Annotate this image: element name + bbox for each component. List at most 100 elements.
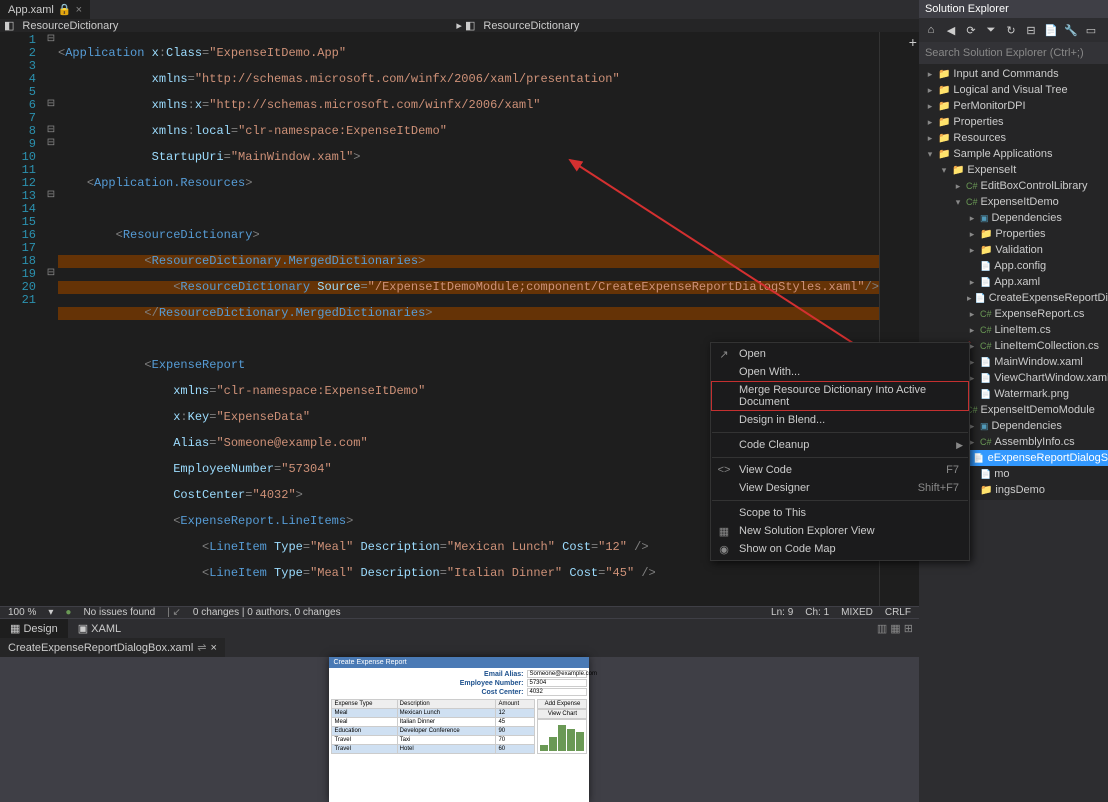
tree-item[interactable]: ▸📄CreateExpenseReportDialogBox.xaml <box>919 290 1108 306</box>
add-expense-button[interactable]: Add Expense <box>537 699 587 709</box>
file-icon: 📄 <box>975 293 986 304</box>
menu-item[interactable]: Code Cleanup▶ <box>711 436 969 454</box>
expander-icon[interactable]: ▸ <box>967 229 977 240</box>
tree-item[interactable]: ▸📄App.xaml <box>919 274 1108 290</box>
tree-item[interactable]: ▸📁Resources <box>919 130 1108 146</box>
filter-icon[interactable]: ⏷ <box>983 22 999 38</box>
breadcrumb-item[interactable]: ResourceDictionary <box>483 20 579 32</box>
menu-item[interactable]: ▦New Solution Explorer View <box>711 522 969 540</box>
expander-icon[interactable]: ▸ <box>925 69 935 80</box>
expander-icon[interactable]: ▸ <box>925 117 935 128</box>
expense-grid[interactable]: Expense TypeDescriptionAmount MealMexica… <box>331 699 535 754</box>
expander-icon[interactable]: ▸ <box>967 309 977 320</box>
expander-icon[interactable]: ▸ <box>967 293 972 304</box>
status-bar: 100 % ▾ ● No issues found | ↙ 0 changes … <box>0 606 919 618</box>
tree-label: AssemblyInfo.cs <box>994 436 1074 448</box>
expander-icon[interactable]: ▸ <box>925 101 935 112</box>
tree-item[interactable]: ▸📁Logical and Visual Tree <box>919 82 1108 98</box>
document-tab[interactable]: App.xaml 🔒 × <box>0 0 90 19</box>
preview-icon[interactable]: ▭ <box>1083 22 1099 38</box>
tree-label: ExpenseReport.cs <box>994 308 1084 320</box>
zoom-level[interactable]: 100 % <box>8 607 36 618</box>
tree-item[interactable]: ▾📁ExpenseIt <box>919 162 1108 178</box>
menu-label: Merge Resource Dictionary Into Active Do… <box>739 384 939 408</box>
tree-item[interactable]: ▸C#EditBoxControlLibrary <box>919 178 1108 194</box>
tree-item[interactable]: ▸C#LineItem.cs <box>919 322 1108 338</box>
issues-status[interactable]: No issues found <box>83 607 155 618</box>
panel-title: Solution Explorer <box>925 3 1009 15</box>
back-icon[interactable]: ◀ <box>943 22 959 38</box>
tree-item[interactable]: ▸C#ExpenseReport.cs <box>919 306 1108 322</box>
menu-item[interactable]: Merge Resource Dictionary Into Active Do… <box>711 381 969 411</box>
xaml-tab[interactable]: ▣ XAML <box>68 619 131 638</box>
scope-icon: ◧ <box>4 19 14 32</box>
tree-label: App.config <box>994 260 1046 272</box>
breadcrumb: ◧ ResourceDictionary ▸ ◧ ResourceDiction… <box>0 19 919 32</box>
menu-item[interactable]: Open With... <box>711 363 969 381</box>
folder-icon: 📁 <box>938 117 950 128</box>
tree-item[interactable]: ▾C#ExpenseItDemo <box>919 194 1108 210</box>
properties-icon[interactable]: 🔧 <box>1063 22 1079 38</box>
search-placeholder: Search Solution Explorer (Ctrl+;) <box>925 47 1084 59</box>
changes-status[interactable]: 0 changes | 0 authors, 0 changes <box>193 607 341 618</box>
search-input[interactable]: Search Solution Explorer (Ctrl+;) 🔍▾ <box>919 42 1108 64</box>
sync-icon[interactable]: ⟳ <box>963 22 979 38</box>
folder-icon: 📁 <box>980 245 992 256</box>
menu-item[interactable]: <>View CodeF7 <box>711 461 969 479</box>
panel-title-bar[interactable]: Solution Explorer ▾ 📌 × <box>919 0 1108 18</box>
file-icon: 📄 <box>980 261 991 272</box>
expander-icon[interactable]: ▸ <box>953 181 963 192</box>
menu-item[interactable]: ↗Open <box>711 345 969 363</box>
expander-icon[interactable]: ▾ <box>953 197 963 208</box>
expander-icon[interactable]: ▸ <box>967 325 977 336</box>
char-indicator: Ch: 1 <box>805 607 829 618</box>
tree-label: eExpenseReportDialogStyles.xaml <box>988 452 1108 464</box>
encoding: MIXED <box>841 607 873 618</box>
tree-item[interactable]: ▸📁Properties <box>919 114 1108 130</box>
menu-item[interactable]: ◉Show on Code Map <box>711 540 969 558</box>
tree-item[interactable]: ▸📁PerMonitorDPI <box>919 98 1108 114</box>
expander-icon[interactable]: ▸ <box>967 213 977 224</box>
close-icon[interactable]: × <box>76 4 82 16</box>
tree-item[interactable]: ▸📁Validation <box>919 242 1108 258</box>
show-all-icon[interactable]: 📄 <box>1043 22 1059 38</box>
folder-icon: 📁 <box>938 149 950 160</box>
folder-icon: 📁 <box>938 101 950 112</box>
file-icon: 📄 <box>980 277 991 288</box>
design-xaml-tabs: ▦ Design ▣ XAML ▥ ▦ ⊞ <box>0 618 919 638</box>
tree-label: PerMonitorDPI <box>953 100 1025 112</box>
expander-icon[interactable]: ▾ <box>939 165 949 176</box>
ref-icon: ▣ <box>980 421 989 432</box>
tree-label: MainWindow.xaml <box>994 356 1083 368</box>
home-icon[interactable]: ⌂ <box>923 22 939 38</box>
lock-icon: 🔒 <box>58 3 72 16</box>
tree-label: Input and Commands <box>953 68 1058 80</box>
tree-item[interactable]: ▸▣Dependencies <box>919 210 1108 226</box>
expander-icon[interactable]: ▸ <box>967 245 977 256</box>
expander-icon[interactable]: ▸ <box>925 85 935 96</box>
refresh-icon[interactable]: ↻ <box>1003 22 1019 38</box>
design-tab[interactable]: ▦ Design <box>0 619 68 638</box>
expander-icon[interactable]: ▸ <box>967 277 977 288</box>
tree-item[interactable]: 📄App.config <box>919 258 1108 274</box>
expander-icon[interactable]: ▸ <box>925 133 935 144</box>
cs-icon: C# <box>966 181 978 191</box>
tree-item[interactable]: ▾📁Sample Applications <box>919 146 1108 162</box>
file-icon: 📄 <box>980 357 991 368</box>
tree-item[interactable]: ▸📁Properties <box>919 226 1108 242</box>
view-chart-button[interactable]: View Chart <box>537 709 587 719</box>
expander-icon[interactable]: ▾ <box>925 149 935 160</box>
window-title: Create Expense Report <box>329 657 589 668</box>
tree-item[interactable]: ▸📁Input and Commands <box>919 66 1108 82</box>
pane-controls[interactable]: ▥ ▦ ⊞ <box>877 622 913 635</box>
close-icon[interactable]: × <box>210 642 216 654</box>
designer-surface[interactable]: Create Expense Report Email Alias:Someon… <box>0 657 919 802</box>
add-icon[interactable]: + <box>909 34 917 50</box>
file-icon: 📄 <box>973 453 984 464</box>
menu-item[interactable]: Design in Blend... <box>711 411 969 429</box>
breadcrumb-item[interactable]: ResourceDictionary <box>22 20 118 32</box>
menu-item[interactable]: Scope to This <box>711 504 969 522</box>
collapse-icon[interactable]: ⊟ <box>1023 22 1039 38</box>
menu-item[interactable]: View DesignerShift+F7 <box>711 479 969 497</box>
document-tab[interactable]: CreateExpenseReportDialogBox.xaml ⇌ × <box>0 638 225 657</box>
